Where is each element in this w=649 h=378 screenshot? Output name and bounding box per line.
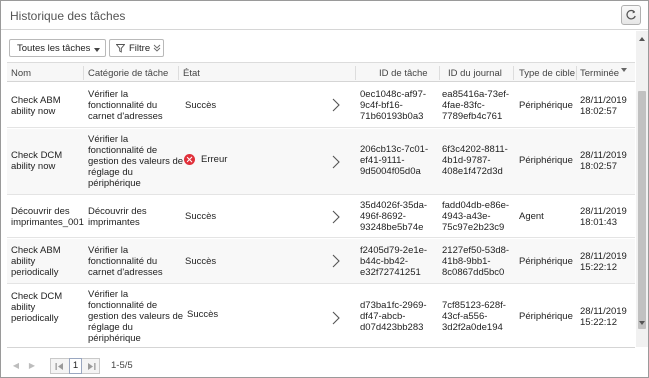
cell-journal-id: 2127ef50-53d8- 41b8-9bb1- 8c0867dd5bc0 (442, 245, 510, 278)
task-history-panel: Historique des tâches Toutes les tâches … (0, 0, 649, 378)
cell-target-type: Agent (519, 211, 544, 222)
column-divider (355, 66, 356, 80)
column-divider (178, 66, 179, 80)
filter-label: Filtre (129, 43, 151, 54)
cell-state: Succès (185, 100, 217, 111)
cell-finished: 28/11/2019 18:02:57 (580, 95, 627, 117)
prev-page-icon[interactable]: ◀ (9, 359, 23, 373)
current-page[interactable]: 1 (69, 358, 82, 374)
panel-title: Historique des tâches (10, 9, 126, 23)
error-icon (184, 154, 195, 165)
column-header-state[interactable]: État (183, 68, 200, 79)
scrollbar-thumb[interactable] (638, 91, 646, 329)
cell-task-id: 35d4026f-35da- 496f-8692- 93248be5b74e (360, 200, 428, 233)
page-range: 1-5/5 (111, 360, 133, 371)
cell-finished: 28/11/2019 15:22:12 (580, 306, 627, 328)
toolbar: Toutes les tâches Filtre (1, 31, 648, 61)
chevron-right-icon[interactable] (332, 311, 340, 325)
cell-state: Erreur (184, 154, 227, 165)
column-header-finished[interactable]: Terminée (580, 68, 619, 79)
cell-state: Succès (185, 211, 217, 222)
column-header-name[interactable]: Nom (11, 68, 31, 79)
table-row[interactable]: Check DCM ability now Vérifier la fonction… (7, 129, 635, 195)
cell-finished: 28/11/2019 18:01:43 (580, 206, 627, 228)
cell-category: Vérifier la fonctionnalité de gestion des … (88, 134, 184, 189)
cell-task-id: 206cb13c-7c01- ef41-9111- 9d5004f05d0a (360, 144, 429, 177)
cell-journal-id: fadd04db-e86e- 4943-a43e- 75c97e2b23c9 (442, 200, 510, 233)
column-divider (83, 66, 84, 80)
cell-category: Vérifier la fonctionnalité de gestion des … (88, 289, 184, 344)
state-label: Erreur (201, 154, 228, 166)
column-header-journal-id[interactable]: ID du journal (448, 68, 502, 79)
sort-desc-icon[interactable] (621, 68, 627, 72)
chevron-down-icon (94, 48, 100, 52)
cell-name: Check DCM ability periodically (11, 291, 63, 324)
chevron-right-icon[interactable] (332, 254, 340, 268)
table-row[interactable]: Découvrir des imprimantes_001 Découvrir d… (7, 196, 635, 238)
cell-task-id: 0ec1048c-af97- 9c4f-bf16- 71b60193b0a3 (360, 89, 427, 122)
cell-finished: 28/11/2019 15:22:12 (580, 251, 627, 273)
cell-task-id: f2405d79-2e1e-b44c-bb42- e32f72741251 (360, 245, 428, 278)
filter-button[interactable]: Filtre (109, 39, 164, 57)
cell-category: Découvrir des imprimantes (88, 206, 147, 228)
column-divider (439, 66, 440, 80)
vertical-scrollbar[interactable] (636, 31, 648, 347)
chevron-right-icon[interactable] (332, 155, 340, 169)
cell-journal-id: 7cf85123-628f- 43cf-a556- 3d2f2a0de194 (442, 300, 506, 333)
filter-icon (116, 44, 125, 53)
table-row[interactable]: Check ABM ability periodically Vérifier la… (7, 239, 635, 284)
cell-target-type: Périphérique (519, 155, 573, 166)
scroll-up-icon[interactable] (639, 37, 645, 41)
chevron-right-icon[interactable] (332, 210, 340, 224)
cell-target-type: Périphérique (519, 256, 573, 267)
cell-category: Vérifier la fonctionnalité du carnet d'adr… (88, 89, 163, 122)
cell-name: Découvrir des imprimantes_001 (11, 206, 84, 228)
cell-target-type: Périphérique (519, 311, 573, 322)
column-header-category[interactable]: Catégorie de tâche (88, 68, 168, 79)
column-divider (513, 66, 514, 80)
cell-journal-id: ea85416a-73ef- 4fae-83fc- 7789efb4c761 (442, 89, 510, 122)
cell-finished: 28/11/2019 18:02:57 (580, 150, 627, 172)
column-header-task-id[interactable]: ID de tâche (379, 68, 428, 79)
divider (7, 347, 635, 348)
refresh-button[interactable] (621, 5, 641, 25)
chevron-right-icon[interactable] (332, 98, 340, 112)
first-page-icon[interactable] (55, 362, 64, 371)
last-page-icon[interactable] (87, 362, 96, 371)
next-page-icon[interactable]: ▶ (25, 359, 39, 373)
chevron-double-down-icon (153, 44, 161, 52)
cell-state: Succès (185, 256, 217, 267)
panel-header: Historique des tâches (1, 1, 648, 30)
cell-category: Vérifier la fonctionnalité du carnet d'adr… (88, 245, 163, 278)
column-divider (576, 66, 577, 80)
column-header-target-type[interactable]: Type de cible (519, 68, 575, 79)
cell-task-id: d73ba1fc-2969- df47-abcb-d07d423bb283 (360, 300, 427, 333)
cell-name: Check ABM ability periodically (11, 245, 61, 278)
refresh-icon (626, 9, 636, 20)
cell-name: Check DCM ability now (11, 150, 63, 172)
table-header: Nom Catégorie de tâche État ID de tâche … (7, 62, 635, 82)
cell-target-type: Périphérique (519, 100, 573, 111)
table-row[interactable]: Check DCM ability periodically Vérifier la… (7, 285, 635, 345)
cell-name: Check ABM ability now (11, 95, 61, 117)
table-row[interactable]: Check ABM ability now Vérifier la fonction… (7, 83, 635, 128)
cell-state: Succès (187, 309, 219, 320)
cell-journal-id: 6f3c4202-8811- 4b1d-9787- 408e1f472d3d (442, 144, 508, 177)
task-scope-dropdown[interactable]: Toutes les tâches (9, 39, 106, 57)
task-scope-value: Toutes les tâches (17, 43, 91, 54)
task-history-table: Nom Catégorie de tâche État ID de tâche … (7, 62, 635, 345)
pagination-bar: ◀ ▶ 1 1-5/5 (1, 351, 648, 377)
scroll-down-icon[interactable] (639, 321, 645, 325)
